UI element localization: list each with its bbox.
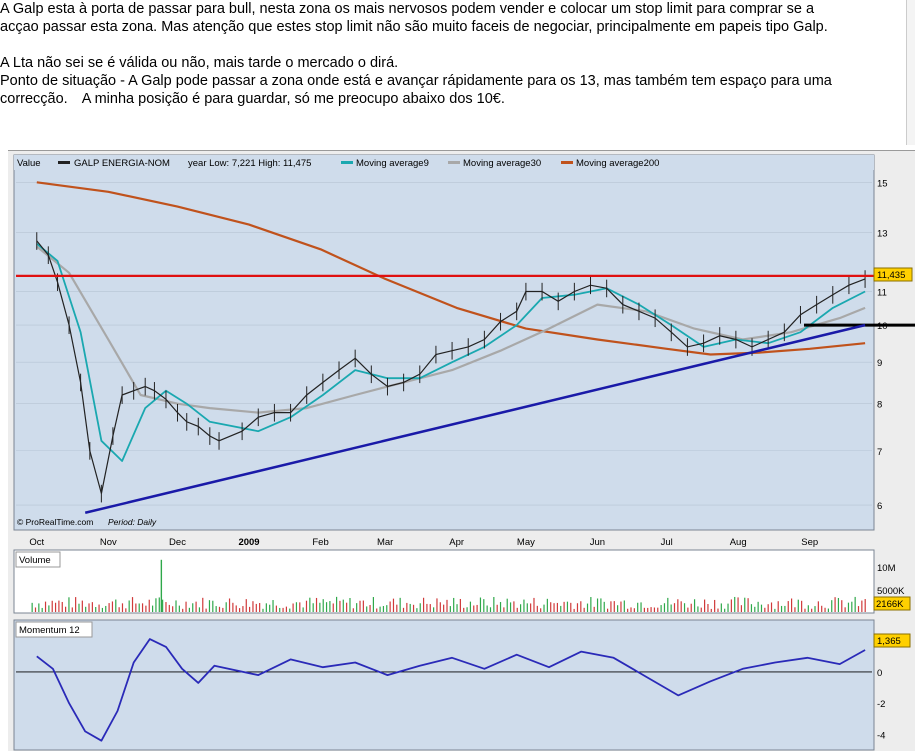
legend-ma9-swatch	[341, 161, 353, 164]
period-text: Period: Daily	[108, 517, 157, 527]
x-tick-label: Oct	[29, 537, 44, 548]
x-tick-label: May	[517, 537, 535, 548]
legend-price-swatch	[58, 161, 70, 164]
chart-frame: 15 13 11 10 9 8 7 6 Value GALP ENERGIA-NOM year…	[8, 150, 915, 751]
price-tick-label: 6	[877, 501, 882, 512]
x-tick-label: Aug	[730, 537, 747, 548]
legend-ma200: Moving average200	[576, 158, 659, 169]
post-line-4: Ponto de situação - A Galp pode passar a…	[0, 73, 832, 89]
momentum-last-label: 1,365	[877, 636, 901, 647]
momentum-tick-label: 0	[877, 668, 882, 679]
x-tick-label: Feb	[312, 537, 328, 548]
volume-label: Volume	[19, 555, 51, 566]
post-line-2: acçao passar esta zona. Mas atenção que …	[0, 19, 828, 35]
momentum-label: Momentum 12	[19, 625, 80, 636]
scrollbar-edge[interactable]	[906, 0, 915, 145]
price-tick-label: 11	[877, 288, 887, 299]
x-tick-label: Jul	[661, 537, 673, 548]
legend-ma30-swatch	[448, 161, 460, 164]
credit-text: © ProRealTime.com	[17, 517, 93, 527]
post-line-5: correcção. A minha posição é para guardar…	[0, 90, 905, 108]
momentum-panel	[13, 619, 875, 751]
x-tick-label: Apr	[449, 537, 464, 548]
forum-post-text: A Galp esta à porta de passar para bull,…	[0, 0, 905, 108]
price-tick-label: 10	[877, 321, 888, 332]
legend-instrument: GALP ENERGIA-NOM	[74, 158, 170, 169]
volume-last-label: 2166K	[876, 599, 904, 610]
momentum-axis: 20-2-4	[877, 637, 885, 742]
x-tick-label: Dec	[169, 537, 186, 548]
legend-ma200-swatch	[561, 161, 573, 164]
x-tick-label: 2009	[238, 537, 259, 548]
post-line-5b: A minha posição é para guardar, só me pr…	[81, 91, 505, 107]
price-tick-label: 15	[877, 178, 888, 189]
post-line-1: A Galp esta à porta de passar para bull,…	[0, 1, 815, 17]
post-line-3: A Lta não sei se é válida ou não, mais t…	[0, 55, 399, 71]
momentum-tick-label: -2	[877, 699, 885, 710]
stock-chart: 15 13 11 10 9 8 7 6 Value GALP ENERGIA-NOM year…	[13, 154, 915, 751]
last-price-label: 11,435	[877, 270, 905, 281]
legend-ma9: Moving average9	[356, 158, 429, 169]
price-tick-label: 13	[877, 229, 888, 240]
volume-tick-10m: 10M	[877, 563, 896, 574]
x-axis: Oct Nov Dec 2009 Feb Mar Apr May Jun Jul Aug Sep	[29, 537, 818, 548]
price-tick-label: 8	[877, 400, 882, 411]
legend-range: year Low: 7,221 High: 11,475	[188, 158, 311, 169]
momentum-tick-label: -4	[877, 730, 885, 741]
x-tick-label: Mar	[377, 537, 393, 548]
x-tick-label: Nov	[100, 537, 117, 548]
x-tick-label: Sep	[801, 537, 818, 548]
legend-ma30: Moving average30	[463, 158, 541, 169]
legend-value-label: Value	[17, 158, 41, 169]
x-tick-label: Jun	[590, 537, 605, 548]
price-panel	[13, 154, 875, 531]
price-axis: 15 13 11 10 9 8 7 6	[877, 178, 888, 512]
price-tick-label: 9	[877, 358, 882, 369]
price-tick-label: 7	[877, 447, 882, 458]
volume-tick-5000k: 5000K	[877, 586, 905, 597]
post-line-5a: correcção.	[0, 91, 68, 107]
